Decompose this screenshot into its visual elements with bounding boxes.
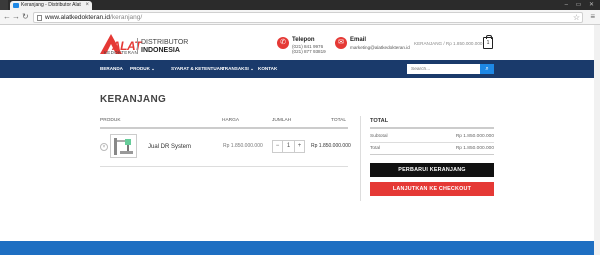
bookmark-star-icon[interactable]: ☆ (573, 13, 580, 22)
phone-icon: ✆ (277, 37, 289, 49)
address-bar[interactable]: www.alatkedokteran.id/keranjang/ (33, 12, 583, 23)
search-button[interactable]: ⌕ (480, 64, 494, 74)
subtotal-divider (370, 142, 494, 143)
back-icon[interactable]: ← (3, 12, 11, 22)
distributor-label: DISTRIBUTOR (141, 39, 189, 46)
product-name-link[interactable]: Jual DR System (148, 144, 191, 150)
search-icon: ⌕ (485, 66, 489, 72)
nav-item-syarat[interactable]: SYARAT & KETENTUAN (171, 60, 223, 78)
url-host: www.alatkedokteran.id (45, 14, 111, 21)
update-cart-button[interactable]: PERBARUI KERANJANG (370, 163, 494, 177)
nav-item-produk[interactable]: PRODUK ⌄ (130, 60, 155, 78)
subtotal-label: Subtotal (370, 134, 388, 139)
favicon-icon (13, 3, 19, 8)
page-icon (37, 15, 42, 21)
product-price: Rp 1.850.000.000 (223, 143, 263, 149)
browser-tab[interactable]: Keranjang - Distributor Alat × (10, 1, 92, 10)
column-divider (360, 116, 361, 201)
quantity-stepper[interactable]: − 1 + (272, 140, 305, 153)
qty-increment-button[interactable]: + (294, 141, 304, 152)
browser-toolbar: ← → ↻ www.alatkedokteran.id/keranjang/ ☆… (0, 10, 600, 25)
distributor-tagline: DISTRIBUTOR INDONESIA (141, 39, 188, 55)
email-address: marketing@alatkedokteran.id (350, 45, 410, 50)
browser-tabstrip: Keranjang - Distributor Alat × – ▭ ✕ (0, 0, 600, 10)
nav-item-transaksi[interactable]: TRANSAKSI ⌄ (222, 60, 254, 78)
totals-header-divider (370, 127, 494, 129)
window-controls[interactable]: – ▭ ✕ (565, 1, 597, 8)
dr-system-image (114, 138, 133, 155)
page-scrollbar[interactable] (594, 25, 600, 255)
close-tab-icon[interactable]: × (85, 1, 89, 10)
site-footer (0, 241, 600, 255)
col-header-price: HARGA (222, 118, 240, 123)
envelope-icon: ✉ (335, 37, 347, 49)
forward-icon[interactable]: → (12, 12, 20, 22)
col-header-qty: JUMLAH (272, 118, 292, 123)
col-header-product: PRODUK (100, 118, 121, 123)
nav-item-beranda[interactable]: BERANDA (100, 60, 123, 78)
main-navbar (0, 60, 600, 78)
subtotal-value: Rp 1.850.000.000 (455, 134, 494, 139)
remove-item-button[interactable]: × (100, 143, 108, 151)
checkout-button[interactable]: LANJUTKAN KE CHECKOUT (370, 182, 494, 196)
qty-value[interactable]: 1 (283, 141, 294, 152)
logo-divider (137, 38, 138, 54)
reload-icon[interactable]: ↻ (22, 12, 29, 22)
nav-item-kontak[interactable]: KONTAK (258, 60, 277, 78)
total-divider (370, 154, 494, 155)
table-row-divider (100, 166, 348, 167)
total-label: Total (370, 146, 381, 151)
page-title: KERANJANG (100, 94, 167, 105)
browser-menu-icon[interactable]: ≡ (590, 12, 595, 21)
url-path: /keranjang/ (110, 14, 143, 21)
total-value: Rp 1.850.000.000 (455, 146, 494, 151)
col-header-total: TOTAL (331, 118, 347, 123)
phone-title: Telepon (292, 37, 315, 43)
shopping-bag-icon[interactable]: 1 (483, 35, 493, 49)
row-total: Rp 1.850.000.000 (311, 143, 351, 149)
logo-sub-text: KEDOKTERAN (104, 50, 139, 55)
totals-heading: TOTAL (370, 118, 389, 124)
search-input[interactable] (407, 64, 480, 74)
qty-decrement-button[interactable]: − (273, 141, 283, 152)
header-cart-summary[interactable]: KERANJANG / Rp 1.850.000.000 (414, 41, 482, 46)
table-header-divider (100, 127, 348, 129)
phone-number-2: (021) 877 93819 (292, 49, 326, 54)
user-profile-icon[interactable] (0, 0, 8, 10)
product-thumbnail[interactable] (110, 134, 137, 158)
tab-title: Keranjang - Distributor Alat (21, 2, 81, 8)
email-title: Email (350, 37, 367, 43)
country-label: INDONESIA (141, 47, 180, 54)
